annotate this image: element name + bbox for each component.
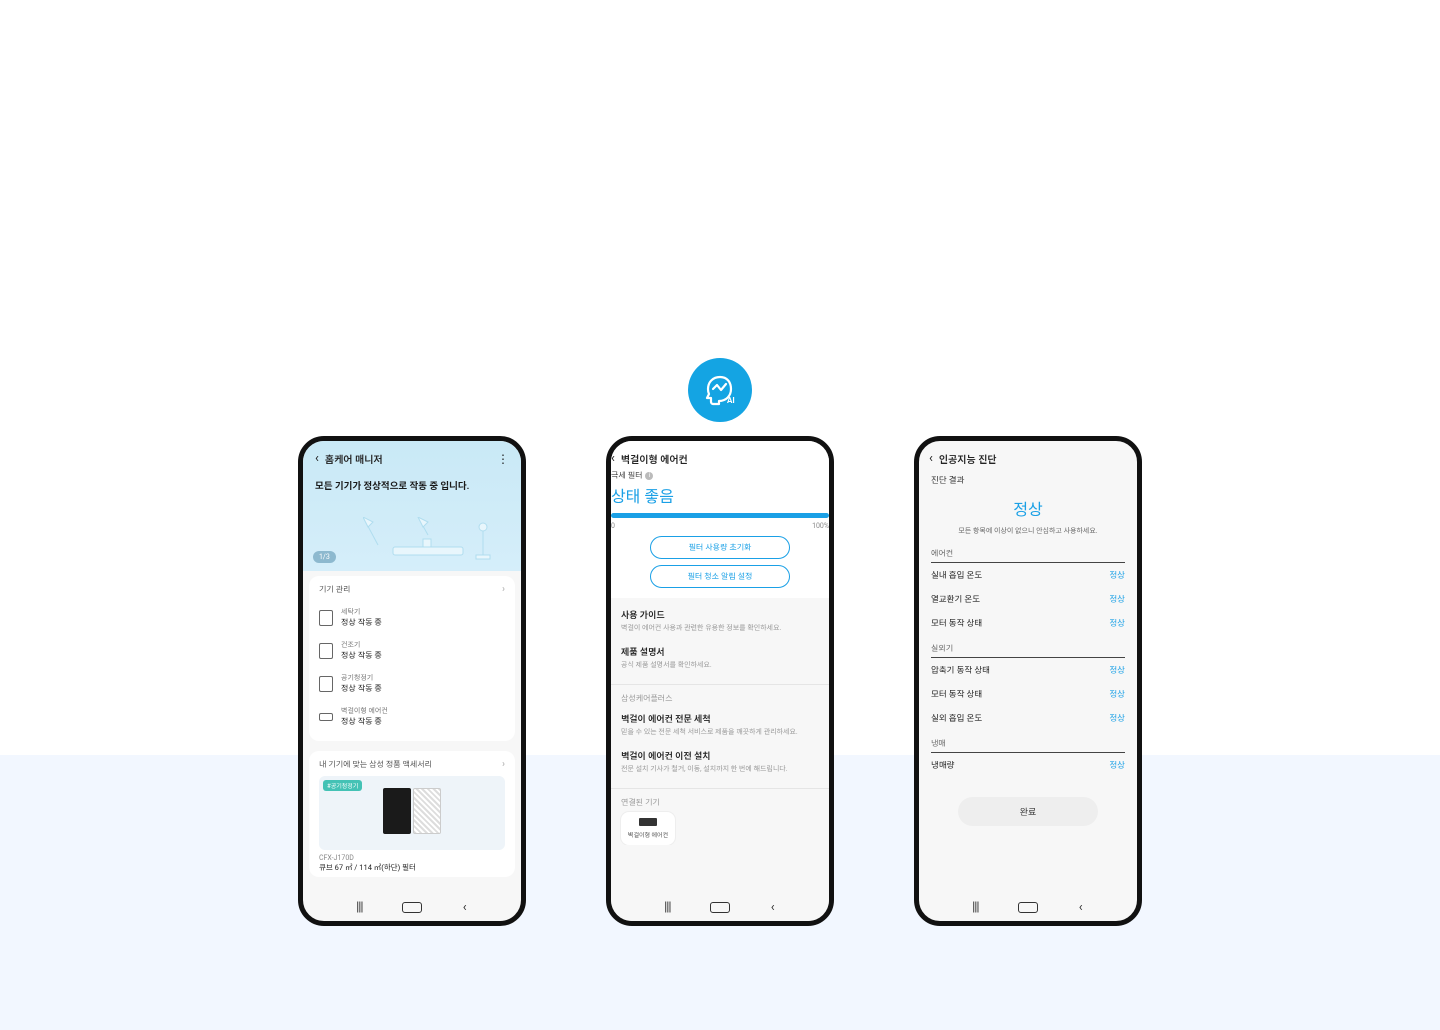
result-label: 열교환기 온도 bbox=[931, 593, 980, 605]
device-status: 정상 작동 중 bbox=[341, 683, 382, 694]
device-name: 벽걸이형 에어컨 bbox=[341, 706, 388, 716]
link-usage-guide[interactable]: 사용 가이드 벽걸이 에어컨 사용과 관련한 유용한 정보를 확인하세요. bbox=[621, 602, 819, 639]
device-icon bbox=[319, 676, 333, 692]
result-label: 모터 동작 상태 bbox=[931, 617, 982, 629]
result-value: 정상 bbox=[1109, 569, 1125, 581]
accessory-thumbnail: #공기청정기 bbox=[319, 776, 505, 850]
back-icon[interactable]: ‹ bbox=[929, 452, 933, 465]
device-row[interactable]: 벽걸이형 에어컨정상 작동 중 bbox=[319, 700, 505, 733]
device-name: 공기청정기 bbox=[341, 673, 382, 683]
device-name: 건조기 bbox=[341, 640, 382, 650]
result-value: 정상 bbox=[1109, 593, 1125, 605]
result-value: 정상 bbox=[1109, 688, 1125, 700]
device-row[interactable]: 세탁기정상 작동 중 bbox=[319, 601, 505, 634]
result-row: 압축기 동작 상태 정상 bbox=[931, 658, 1125, 682]
android-navbar: ||| ‹ bbox=[303, 893, 521, 921]
back-icon[interactable]: ‹ bbox=[315, 452, 319, 465]
diagnosis-sub: 모든 항목에 이상이 없으니 안심하고 사용하세요. bbox=[931, 526, 1125, 536]
accessory-card[interactable]: 내 기기에 맞는 삼성 정품 액세서리 › #공기청정기 CFX-J170D 큐… bbox=[309, 751, 515, 877]
ai-head-icon: AI bbox=[700, 370, 740, 410]
section-title: 기기 관리 bbox=[319, 584, 350, 595]
more-icon[interactable]: ⋮ bbox=[497, 452, 509, 466]
result-label: 모터 동작 상태 bbox=[931, 688, 982, 700]
filter-reset-button[interactable]: 필터 사용량 초기화 bbox=[650, 536, 790, 559]
result-row: 열교환기 온도 정상 bbox=[931, 587, 1125, 611]
link-cleaning-service[interactable]: 벽걸이 에어컨 전문 세척 믿을 수 있는 전문 세척 서비스로 제품을 깨끗하… bbox=[621, 706, 819, 743]
nav-back-icon[interactable]: ‹ bbox=[1071, 900, 1091, 915]
device-status: 정상 작동 중 bbox=[341, 617, 382, 628]
device-status: 정상 작동 중 bbox=[341, 716, 388, 727]
filter-alarm-button[interactable]: 필터 청소 알림 설정 bbox=[650, 565, 790, 588]
ai-badge-icon: AI bbox=[688, 358, 752, 422]
result-value: 정상 bbox=[1109, 712, 1125, 724]
svg-text:AI: AI bbox=[727, 396, 735, 405]
link-manual[interactable]: 제품 설명서 공식 제품 설명서를 확인하세요. bbox=[621, 639, 819, 676]
nav-recent-icon[interactable]: ||| bbox=[965, 900, 985, 915]
nav-home-icon[interactable] bbox=[710, 902, 730, 913]
chevron-right-icon: › bbox=[502, 584, 505, 595]
section-title: 내 기기에 맞는 삼성 정품 액세서리 bbox=[319, 759, 432, 770]
group-connected: 연결된 기기 bbox=[621, 797, 819, 808]
nav-back-icon[interactable]: ‹ bbox=[763, 900, 783, 915]
result-value: 정상 bbox=[1109, 664, 1125, 676]
page-title: 벽걸이형 에어컨 bbox=[621, 451, 688, 466]
nav-recent-icon[interactable]: ||| bbox=[349, 900, 369, 915]
accessory-model: CFX-J170D bbox=[319, 854, 505, 862]
result-label: 실외 흡입 온도 bbox=[931, 712, 982, 724]
hero-illustration bbox=[363, 517, 503, 561]
device-status: 정상 작동 중 bbox=[341, 650, 382, 661]
category-label: 냉매 bbox=[931, 738, 1125, 753]
device-row[interactable]: 공기청정기정상 작동 중 bbox=[319, 667, 505, 700]
filter-progress bbox=[611, 513, 829, 518]
result-value: 정상 bbox=[1109, 617, 1125, 629]
result-row: 모터 동작 상태 정상 bbox=[931, 682, 1125, 706]
nav-home-icon[interactable] bbox=[402, 902, 422, 913]
device-management-card[interactable]: 기기 관리 › 세탁기정상 작동 중건조기정상 작동 중공기청정기정상 작동 중… bbox=[309, 576, 515, 741]
pager-indicator[interactable]: 1/3 bbox=[313, 551, 336, 563]
result-row: 실내 흡입 온도 정상 bbox=[931, 563, 1125, 587]
info-icon[interactable]: i bbox=[645, 472, 653, 480]
result-value: 정상 bbox=[1109, 759, 1125, 771]
done-button[interactable]: 완료 bbox=[958, 797, 1098, 826]
scale-min: 0 bbox=[611, 522, 615, 530]
phone-homecare-manager: ‹ 홈케어 매니저 ⋮ 모든 기기가 정상적으로 작동 중 입니다. 1/3 bbox=[298, 436, 526, 926]
accessory-tag: #공기청정기 bbox=[323, 780, 362, 791]
filter-status: 상태 좋음 bbox=[611, 483, 829, 507]
connected-device-card[interactable]: 벽걸이형 에어컨 bbox=[621, 812, 675, 845]
accessory-description: 큐브 67 ㎡ / 114 ㎡(하단) 필터 bbox=[319, 862, 505, 873]
device-icon bbox=[319, 713, 333, 721]
android-navbar: ||| ‹ bbox=[919, 893, 1137, 921]
result-row: 모터 동작 상태 정상 bbox=[931, 611, 1125, 635]
result-label: 냉매량 bbox=[931, 759, 954, 771]
result-label: 실내 흡입 온도 bbox=[931, 569, 982, 581]
link-relocation-service[interactable]: 벽걸이 에어컨 이전 설치 전문 설치 기사가 철거, 이동, 설치까지 한 번… bbox=[621, 743, 819, 780]
result-label: 압축기 동작 상태 bbox=[931, 664, 990, 676]
group-careplus: 삼성케어플러스 bbox=[621, 693, 819, 704]
status-message: 모든 기기가 정상적으로 작동 중 입니다. bbox=[315, 472, 509, 492]
phone-wall-ac: ‹ 벽걸이형 에어컨 극세 필터 i 상태 좋음 0 100% bbox=[606, 436, 834, 926]
device-icon bbox=[319, 643, 333, 659]
category-label: 실외기 bbox=[931, 643, 1125, 658]
back-icon[interactable]: ‹ bbox=[611, 452, 615, 465]
subtitle: 진단 결과 bbox=[931, 474, 1125, 486]
diagnosis-verdict: 정상 bbox=[931, 496, 1125, 520]
chevron-right-icon: › bbox=[502, 759, 505, 770]
device-icon bbox=[319, 610, 333, 626]
nav-back-icon[interactable]: ‹ bbox=[455, 900, 475, 915]
device-row[interactable]: 건조기정상 작동 중 bbox=[319, 634, 505, 667]
nav-recent-icon[interactable]: ||| bbox=[657, 900, 677, 915]
page-title: 인공지능 진단 bbox=[939, 451, 997, 466]
result-row: 냉매량 정상 bbox=[931, 753, 1125, 777]
android-navbar: ||| ‹ bbox=[611, 893, 829, 921]
scale-max: 100% bbox=[812, 522, 829, 530]
filter-label: 극세 필터 i bbox=[611, 470, 829, 481]
nav-home-icon[interactable] bbox=[1018, 902, 1038, 913]
ac-icon bbox=[639, 818, 657, 826]
category-label: 에어컨 bbox=[931, 548, 1125, 563]
result-row: 실외 흡입 온도 정상 bbox=[931, 706, 1125, 730]
page-title: 홈케어 매니저 bbox=[325, 451, 383, 466]
phone-ai-diagnosis: ‹ 인공지능 진단 진단 결과 정상 모든 항목에 이상이 없으니 안심하고 사… bbox=[914, 436, 1142, 926]
device-name: 세탁기 bbox=[341, 607, 382, 617]
